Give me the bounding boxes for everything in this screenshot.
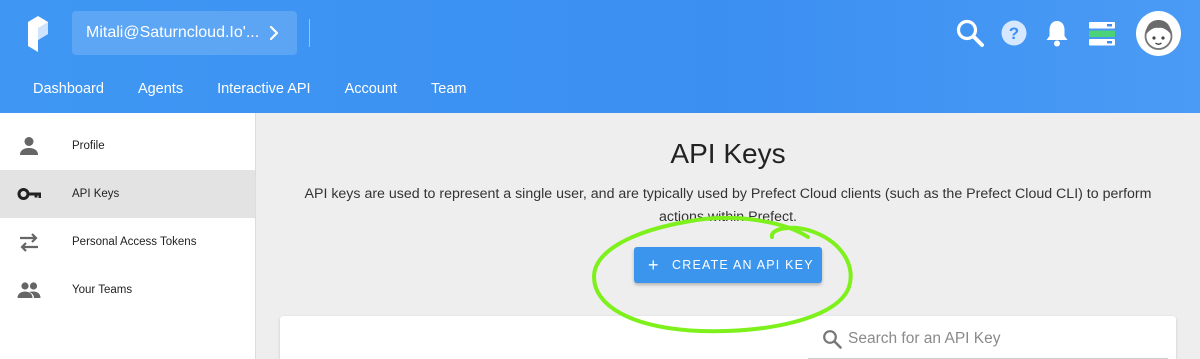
prefect-logo[interactable]	[26, 16, 50, 52]
account-sidebar: Profile API Keys Personal Access Tokens …	[0, 113, 256, 359]
person-icon	[20, 137, 38, 155]
search-icon[interactable]	[955, 18, 985, 48]
page-title: API Keys	[670, 138, 786, 169]
sidebar-item-your-teams[interactable]: Your Teams	[0, 266, 255, 314]
server-status-icon[interactable]	[1089, 22, 1115, 46]
sidebar-item-profile[interactable]: Profile	[0, 122, 255, 170]
page-description: API keys are used to represent a single …	[304, 186, 1152, 225]
tab-agents[interactable]: Agents	[121, 66, 200, 113]
api-key-search[interactable]	[808, 318, 1168, 359]
tab-interactive-api[interactable]: Interactive API	[200, 66, 328, 113]
api-key-search-input[interactable]	[848, 326, 1148, 352]
tenant-label: Mitali@Saturncloud.Io'...	[86, 24, 260, 41]
help-icon[interactable]: ?	[1001, 20, 1027, 46]
main-nav-tabs: Dashboard Agents Interactive API Account…	[16, 66, 483, 113]
tab-account[interactable]: Account	[328, 66, 414, 113]
plus-icon: +	[648, 255, 659, 275]
search-icon	[823, 330, 842, 349]
sidebar-item-api-keys[interactable]: API Keys	[0, 170, 255, 218]
tenant-switcher[interactable]: Mitali@Saturncloud.Io'...	[72, 11, 297, 55]
swap-arrows-icon	[20, 233, 38, 252]
avatar-face-icon	[1144, 20, 1173, 50]
sidebar-item-label: API Keys	[72, 188, 120, 200]
tab-team[interactable]: Team	[414, 66, 483, 113]
notifications-bell-icon[interactable]	[1044, 19, 1070, 47]
tab-dashboard[interactable]: Dashboard	[16, 66, 121, 113]
sidebar-item-label: Profile	[72, 140, 105, 152]
svg-text:?: ?	[1009, 24, 1019, 43]
top-app-bar: Mitali@Saturncloud.Io'... ? Dashboard Ag…	[0, 0, 1200, 113]
header-divider	[309, 19, 310, 47]
user-avatar[interactable]	[1136, 11, 1181, 56]
sidebar-item-label: Personal Access Tokens	[72, 236, 197, 248]
create-api-key-label: CREATE AN API KEY	[672, 258, 814, 272]
sidebar-item-personal-access-tokens[interactable]: Personal Access Tokens	[0, 218, 255, 266]
create-api-key-button[interactable]: + CREATE AN API KEY	[634, 247, 822, 283]
key-icon	[17, 188, 41, 200]
sidebar-item-label: Your Teams	[72, 284, 133, 296]
people-icon	[17, 282, 41, 298]
chevron-right-icon	[269, 25, 279, 41]
